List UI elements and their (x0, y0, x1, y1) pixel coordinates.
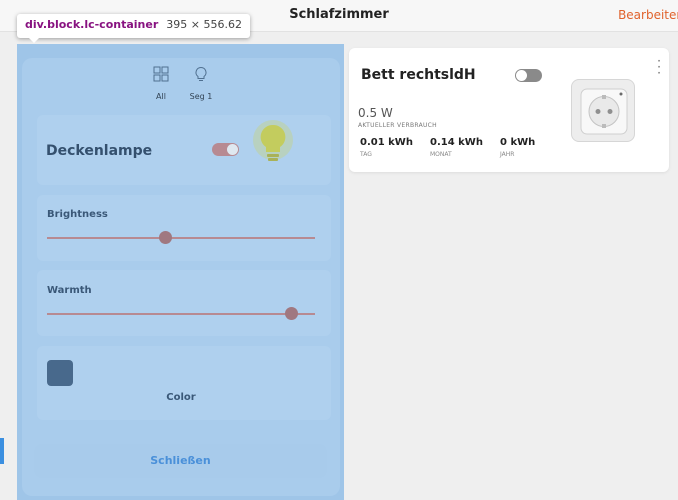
brightness-thumb[interactable] (158, 231, 172, 244)
brightness-slider[interactable] (47, 231, 315, 244)
brightness-card (37, 195, 331, 261)
light-name: Deckenlampe (46, 143, 153, 159)
plug-card[interactable]: Bett rechtsldH · · · 0.5 W AKTUELLER VERBR… (349, 48, 669, 172)
warmth-card (37, 270, 331, 336)
plug-toggle[interactable] (515, 69, 542, 82)
smart-plug-icon (571, 79, 635, 142)
stat-month: 0.14 kWh MONAT (430, 137, 483, 158)
side-indicator (0, 438, 4, 464)
color-label: Color (166, 392, 196, 403)
stat-year: 0 kWh JAHR (500, 137, 535, 158)
toggle-knob (516, 70, 527, 81)
segment-label: All (156, 92, 166, 101)
stat-value: 0 kWh (500, 137, 536, 148)
toggle-knob (227, 144, 238, 155)
stat-label: TAG (360, 151, 372, 158)
more-options-icon[interactable]: · · · (657, 55, 661, 79)
plug-name: Bett rechtsldH (361, 67, 476, 83)
stat-label: JAHR (500, 151, 515, 158)
warmth-label: Warmth (47, 285, 92, 296)
segment-all[interactable]: All (141, 66, 181, 101)
tooltip-selector: div.block.lc-container (25, 18, 159, 31)
stat-value: 0.14 kWh (430, 137, 483, 148)
color-card (37, 346, 331, 420)
light-toggle[interactable] (212, 143, 239, 156)
stat-value: 0.01 kWh (360, 137, 413, 148)
brightness-label: Brightness (47, 209, 108, 220)
warmth-slider[interactable] (47, 307, 315, 320)
bulb-outline-icon (195, 66, 207, 81)
segment-label: Seg 1 (189, 92, 213, 101)
plug-power-label: AKTUELLER VERBRAUCH (358, 122, 437, 129)
grid-icon (153, 66, 169, 82)
plug-power-value: 0.5 W (358, 106, 393, 120)
stat-day: 0.01 kWh TAG (360, 137, 413, 158)
color-swatch[interactable] (47, 360, 73, 386)
inspector-tooltip: div.block.lc-container 395 × 556.62 (17, 14, 250, 43)
edit-button[interactable]: Bearbeiten (618, 8, 678, 22)
lightbulb-icon (250, 118, 296, 170)
warmth-thumb[interactable] (284, 307, 298, 320)
tooltip-dimensions: 395 × 556.62 (166, 18, 242, 31)
stat-label: MONAT (430, 151, 452, 158)
segment-1[interactable]: Seg 1 (181, 66, 221, 101)
close-button[interactable]: Schließen (34, 444, 327, 478)
